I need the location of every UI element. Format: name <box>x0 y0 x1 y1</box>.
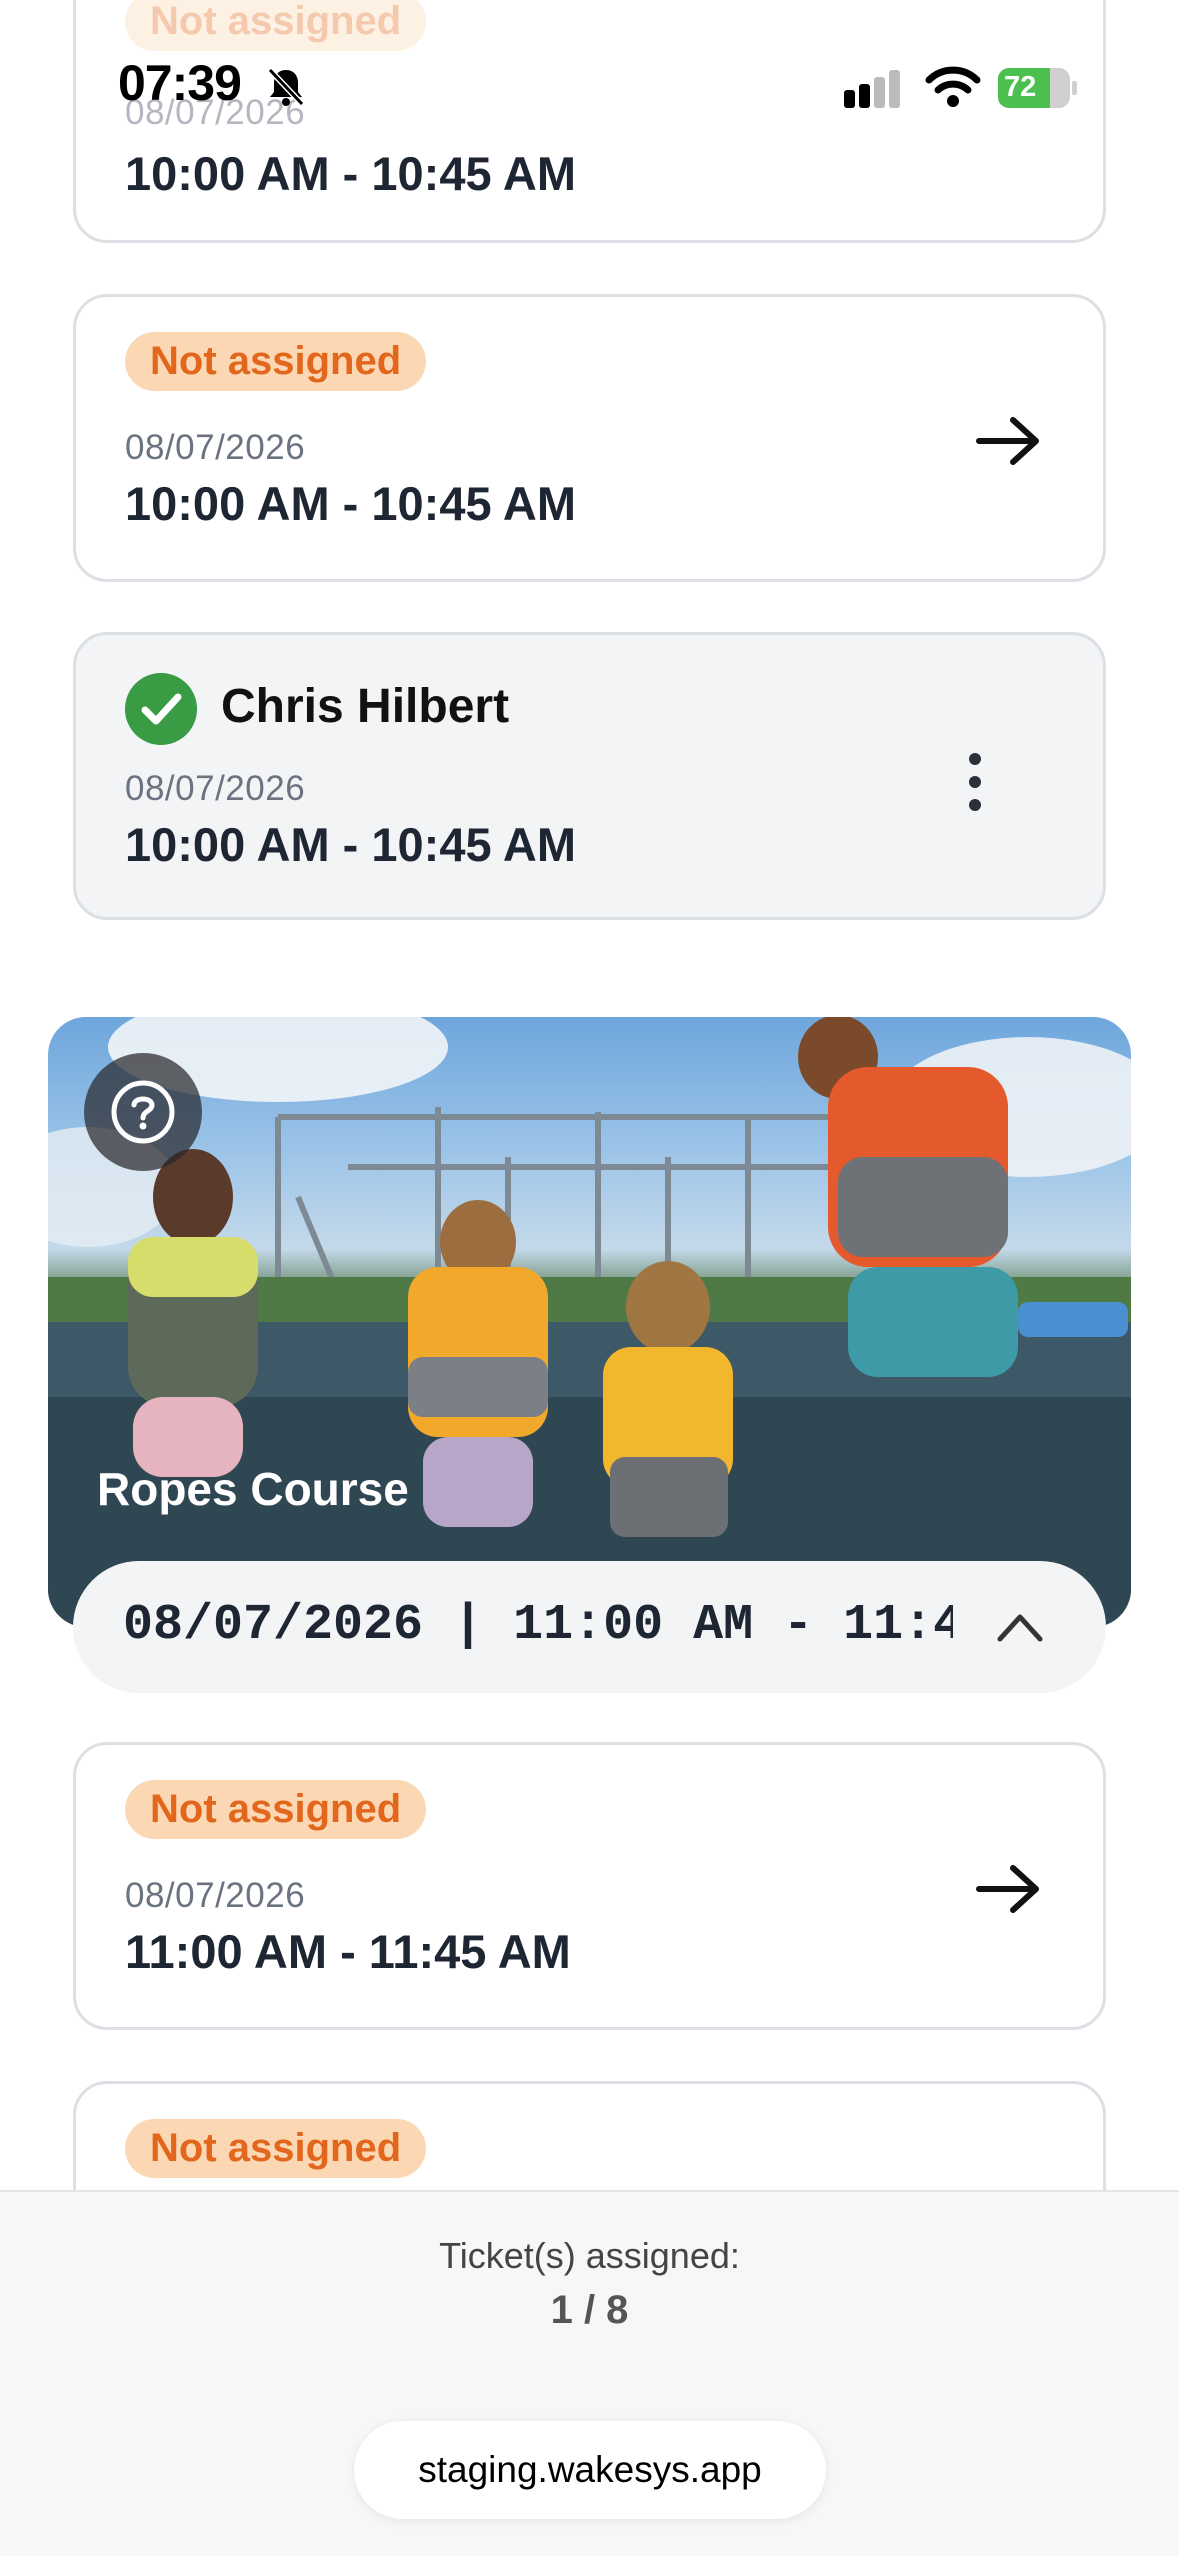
not-assigned-badge: Not assigned <box>125 1780 427 1839</box>
wifi-icon <box>925 66 981 107</box>
status-time: 07:39 <box>118 55 242 111</box>
battery-icon: 72 <box>998 68 1077 108</box>
activity-title: Ropes Course <box>97 1463 409 1515</box>
ticket-card[interactable]: Not assigned 08/07/2026 10:00 AM - 10:45… <box>73 294 1106 582</box>
question-mark-icon <box>111 1080 175 1144</box>
help-button[interactable] <box>84 1053 202 1171</box>
arrow-right-icon[interactable] <box>975 416 1041 466</box>
assignee-name: Chris Hilbert <box>221 680 510 733</box>
not-assigned-badge: Not assigned <box>125 2119 427 2178</box>
ticket-date: 08/07/2026 <box>125 1876 306 1915</box>
tickets-assigned-count: 1 / 8 <box>550 2288 629 2332</box>
check-circle-icon <box>125 673 197 745</box>
ropes-course-photo <box>48 1017 1131 1627</box>
not-assigned-badge: Not assigned <box>125 332 427 391</box>
ticket-time: 10:00 AM - 10:45 AM <box>125 818 576 871</box>
timeslot-text: 08/07/2026 | 11:00 AM - 11:45 AM <box>123 1597 953 1654</box>
ticket-time: 10:00 AM - 10:45 AM <box>125 147 576 200</box>
ticket-date: 08/07/2026 <box>125 769 306 808</box>
bell-muted-icon <box>267 67 305 107</box>
cellular-signal-icon <box>844 70 900 108</box>
arrow-right-icon[interactable] <box>975 1864 1041 1914</box>
more-options-icon[interactable] <box>965 753 985 811</box>
chevron-up-icon[interactable] <box>996 1605 1044 1649</box>
ticket-time: 10:00 AM - 10:45 AM <box>125 477 576 530</box>
ticket-date: 08/07/2026 <box>125 428 306 467</box>
assignment-summary: Ticket(s) assigned: 1 / 8 staging.wakesy… <box>0 2190 1179 2556</box>
ticket-card-assigned[interactable]: Chris Hilbert 08/07/2026 10:00 AM - 10:4… <box>73 632 1106 920</box>
timeslot-selector[interactable]: 08/07/2026 | 11:00 AM - 11:45 AM <box>73 1561 1106 1693</box>
activity-image: Ropes Course <box>48 1017 1131 1627</box>
status-bar: 07:39 72 <box>0 0 1179 150</box>
tickets-assigned-label: Ticket(s) assigned: <box>439 2235 740 2276</box>
ticket-time: 11:00 AM - 11:45 AM <box>125 1925 571 1978</box>
battery-level: 72 <box>1004 71 1037 103</box>
browser-url-bar[interactable]: staging.wakesys.app <box>354 2421 826 2519</box>
ticket-card[interactable]: Not assigned 08/07/2026 11:00 AM - 11:45… <box>73 1742 1106 2030</box>
